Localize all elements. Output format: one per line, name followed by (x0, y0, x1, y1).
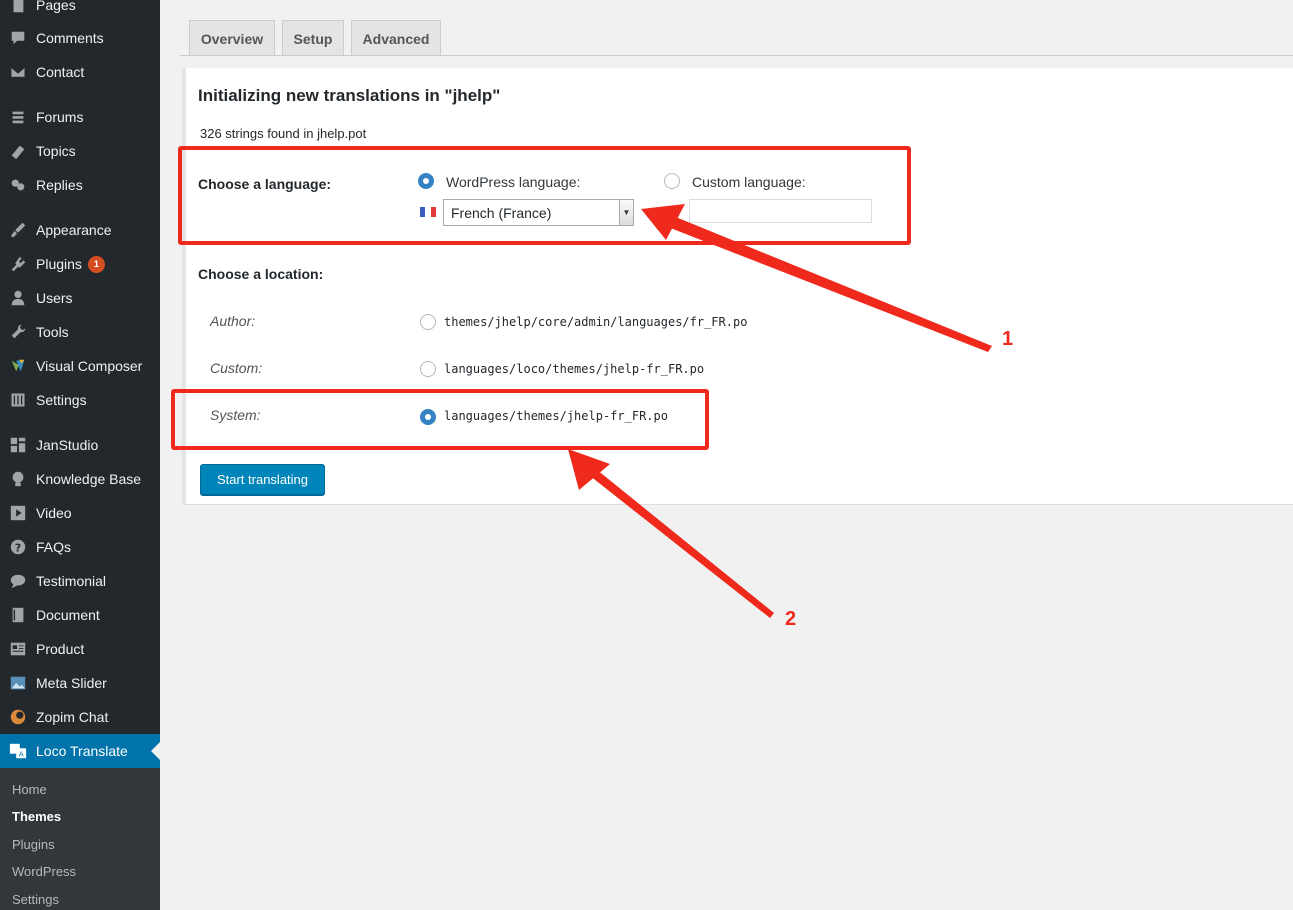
strings-found-text: 326 strings found in jhelp.pot (200, 126, 367, 141)
sidebar-item-zopim-chat[interactable]: Zopim Chat (0, 700, 160, 734)
sidebar-item-appearance[interactable]: Appearance (0, 213, 160, 247)
loco-submenu: Home Themes Plugins WordPress Settings (0, 768, 160, 910)
submenu-item-wordpress[interactable]: WordPress (12, 864, 76, 879)
sidebar-item-product[interactable]: Product (0, 632, 160, 666)
tab-advanced[interactable]: Advanced (351, 20, 441, 56)
tab-setup[interactable]: Setup (282, 20, 344, 56)
sidebar-item-visual-composer[interactable]: Visual Composer (0, 349, 160, 383)
lightbulb-icon (0, 470, 36, 488)
tab-divider (180, 55, 1293, 56)
location-radio-custom[interactable] (420, 361, 436, 377)
settings-icon (0, 391, 36, 409)
submenu-item-themes[interactable]: Themes (12, 809, 61, 824)
plugin-update-badge: 1 (87, 255, 105, 273)
sidebar-item-topics[interactable]: Topics (0, 134, 160, 168)
brush-icon (0, 221, 36, 239)
product-icon (0, 640, 36, 658)
topics-icon (0, 142, 36, 160)
video-icon (0, 504, 36, 522)
sidebar-item-pages[interactable]: Pages (0, 0, 160, 22)
grid-icon (0, 436, 36, 454)
sidebar-item-loco-translate[interactable]: A Loco Translate (0, 734, 160, 768)
zopim-icon (0, 708, 36, 726)
comments-icon (0, 29, 36, 47)
sidebar-item-meta-slider[interactable]: Meta Slider (0, 666, 160, 700)
sidebar-item-replies[interactable]: Replies (0, 168, 160, 202)
forums-icon (0, 108, 36, 126)
translate-icon: A (0, 742, 36, 760)
admin-sidebar: Pages Comments Contact Forums Topics Rep… (0, 0, 160, 910)
sidebar-item-users[interactable]: Users (0, 281, 160, 315)
svg-text:A: A (19, 749, 24, 758)
submenu-item-plugins[interactable]: Plugins (12, 837, 55, 852)
sidebar-item-knowledge-base[interactable]: Knowledge Base (0, 462, 160, 496)
sidebar-item-testimonial[interactable]: Testimonial (0, 564, 160, 598)
page-title: Initializing new translations in "jhelp" (198, 86, 501, 105)
sidebar-item-plugins[interactable]: Plugins 1 (0, 247, 160, 281)
sidebar-item-video[interactable]: Video (0, 496, 160, 530)
wrench-icon (0, 323, 36, 341)
location-path-custom: languages/loco/themes/jhelp-fr_FR.po (444, 362, 705, 376)
visual-composer-icon (0, 357, 36, 375)
svg-text:?: ? (15, 542, 21, 555)
pages-icon (0, 0, 36, 14)
sidebar-item-tools[interactable]: Tools (0, 315, 160, 349)
sidebar-item-settings[interactable]: Settings (0, 383, 160, 417)
chat-icon (0, 572, 36, 590)
question-icon: ? (0, 538, 36, 556)
sidebar-item-janstudio[interactable]: JanStudio (0, 428, 160, 462)
start-translating-button[interactable]: Start translating (200, 464, 325, 495)
highlight-box-language (178, 146, 911, 245)
sidebar-item-comments[interactable]: Comments (0, 21, 160, 55)
image-icon (0, 674, 36, 692)
sidebar-item-contact[interactable]: Contact (0, 55, 160, 89)
sidebar-item-forums[interactable]: Forums (0, 100, 160, 134)
highlight-box-location (171, 389, 709, 450)
annotation-label-1: 1 (1002, 328, 1014, 350)
plugin-icon (0, 255, 36, 273)
location-label-author: Author: (210, 313, 256, 329)
active-menu-arrow (151, 742, 160, 760)
mail-icon (0, 63, 36, 81)
location-radio-author[interactable] (420, 314, 436, 330)
location-path-author: themes/jhelp/core/admin/languages/fr_FR.… (444, 315, 748, 329)
submenu-item-settings[interactable]: Settings (12, 892, 59, 907)
replies-icon (0, 176, 36, 194)
users-icon (0, 289, 36, 307)
sidebar-item-faqs[interactable]: ? FAQs (0, 530, 160, 564)
location-label-custom: Custom: (210, 360, 263, 376)
submenu-item-home[interactable]: Home (12, 782, 47, 797)
choose-location-label: Choose a location: (198, 266, 324, 282)
tab-overview[interactable]: Overview (189, 20, 275, 56)
book-icon (0, 606, 36, 624)
sidebar-item-document[interactable]: Document (0, 598, 160, 632)
annotation-label-2: 2 (785, 608, 797, 630)
